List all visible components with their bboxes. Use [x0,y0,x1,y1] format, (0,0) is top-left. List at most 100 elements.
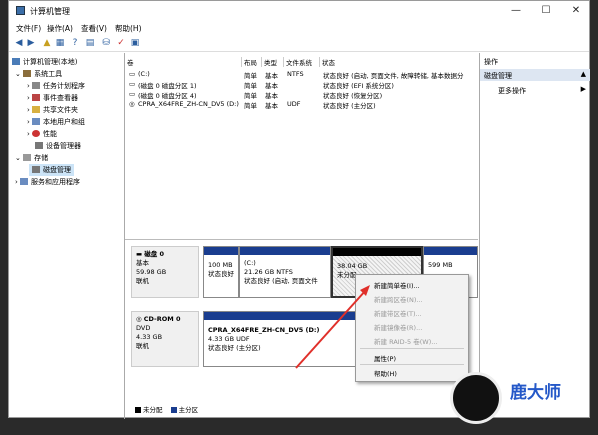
column-filesystem[interactable]: 文件系统 [284,57,320,67]
menu-help-item[interactable]: 帮助(H) [374,368,397,378]
watermark: 鹿大师 Ludashiwj.com [436,360,598,435]
cdrom-type: DVD [136,324,151,332]
chevron-up-icon: ▲ [580,70,586,78]
pane-splitter[interactable] [125,239,478,240]
cell-filesystem: UDF [287,100,301,108]
disk0-type: 基本 [136,259,149,267]
cell-type: 基本 [265,92,278,100]
actions-section[interactable]: 磁盘管理 ▲ [480,69,590,81]
deer-logo-icon [450,372,502,424]
computer-management-window: 计算机管理 — ☐ ✕ 文件(F) 操作(A) 查看(V) 帮助(H) ◀ ▶ … [8,0,590,419]
partition-size: 100 MB [208,261,233,269]
storage-icon [23,154,32,161]
minimize-button[interactable]: — [503,4,529,18]
close-button[interactable]: ✕ [563,4,589,18]
tree-local-users[interactable]: › 本地用户和组 [27,117,85,127]
toolbar: ◀ ▶ ▲ ▦ ? ▤ ⛁ ✓ ▣ [9,35,589,52]
menu-new-mirrored-volume[interactable]: 新建镜像卷(R)... [374,322,422,332]
title-bar: 计算机管理 — ☐ ✕ [9,1,589,21]
cdrom-name: ◎ CD-ROM 0 [136,315,181,323]
partition-status: 状态良好 [208,270,234,278]
partition-status: 状态良好 (启动, 页面文件 [244,277,318,285]
menu-file[interactable]: 文件(F) [16,23,41,34]
cell-volume: (磁盘 0 磁盘分区 4) [138,92,197,100]
column-layout[interactable]: 布局 [242,57,262,67]
partition-status: 状态良好 (主分区) [208,344,261,352]
cell-status: 状态良好 (启动, 页面文件, 故障转储, 基本数据分 [323,72,464,80]
forward-icon[interactable]: ▶ [26,38,36,48]
legend: 未分配 主分区 [133,404,198,414]
tree-performance[interactable]: › 性能 [27,129,57,139]
users-icon [32,118,41,125]
disk0-status: 联机 [136,277,149,285]
more-actions[interactable]: 更多操作 ▶ [480,84,590,96]
connect-icon[interactable]: ⛁ [101,38,111,48]
delete-icon[interactable]: ✓ [116,38,126,48]
tree-storage[interactable]: ⌄ 存储 [15,153,48,163]
partition-efi[interactable]: 100 MB 状态良好 [203,246,239,298]
navigation-tree: 计算机管理(本地) ⌄ 系统工具 › 任务计划程序 › 事件查看器 › 共享文件… [9,53,125,419]
cdrom-status: 联机 [136,342,149,350]
tree-device-manager[interactable]: 设备管理器 [35,141,81,151]
partition-c[interactable]: (C:) 21.26 GB NTFS 状态良好 (启动, 页面文件 [239,246,331,298]
column-type[interactable]: 类型 [262,57,284,67]
cell-type: 基本 [265,82,278,90]
cell-layout: 简单 [244,102,257,110]
maximize-button[interactable]: ☐ [533,4,559,18]
menu-new-simple-volume[interactable]: 新建简单卷(I)... [374,280,420,290]
tree-event-viewer[interactable]: › 事件查看器 [27,93,78,103]
menu-bar: 文件(F) 操作(A) 查看(V) 帮助(H) [9,21,589,34]
disk0-label[interactable]: ▬ 磁盘 0 基本 59.98 GB 联机 [131,246,199,298]
tree-shared-folders[interactable]: › 共享文件夹 [27,105,78,115]
cell-type: 基本 [265,72,278,80]
tree-root[interactable]: 计算机管理(本地) [12,57,77,67]
menu-divider [360,348,464,349]
device-icon [35,142,43,149]
partition-cd[interactable]: CPRA_X64FRE_ZH-CN_DV5 (D:) 4.33 GB UDF 状态良… [203,311,363,367]
cell-volume: (C:) [138,70,150,78]
help-icon[interactable]: ? [70,38,80,48]
cell-type: 基本 [265,102,278,110]
properties-icon[interactable]: ▤ [85,38,95,48]
tree-disk-management[interactable]: 磁盘管理 [29,164,74,176]
show-tree-icon[interactable]: ▦ [55,38,65,48]
column-status[interactable]: 状态 [320,57,478,67]
partition-size: 599 MB [428,261,453,269]
back-icon[interactable]: ◀ [14,38,24,48]
cell-volume: (磁盘 0 磁盘分区 1) [138,82,197,90]
cell-layout: 简单 [244,72,257,80]
settings-icon[interactable]: ▣ [130,38,140,48]
disk-icon [32,166,40,173]
cdrom-size: 4.33 GB [136,333,163,341]
event-icon [32,94,41,101]
cdrom-label[interactable]: ◎ CD-ROM 0 DVD 4.33 GB 联机 [131,311,199,367]
menu-properties[interactable]: 属性(P) [374,353,396,363]
legend-primary-swatch [170,407,177,413]
disk0-name: ▬ 磁盘 0 [136,250,165,258]
menu-action[interactable]: 操作(A) [47,23,73,34]
cell-layout: 简单 [244,82,257,90]
tree-task-scheduler[interactable]: › 任务计划程序 [27,81,85,91]
chevron-down-icon: ⌄ [15,154,24,162]
partition-size: 21.26 GB NTFS [244,268,293,276]
menu-help[interactable]: 帮助(H) [115,23,142,34]
cell-status: 状态良好 (恢复分区) [323,92,383,100]
column-volume[interactable]: 卷 [125,57,242,67]
cell-status: 状态良好 (EFI 系统分区) [323,82,394,90]
menu-new-raid5-volume[interactable]: 新建 RAID-5 卷(W)... [374,336,437,346]
actions-header: 操作 [484,58,498,66]
up-folder-icon[interactable]: ▲ [42,38,52,48]
menu-new-spanned-volume[interactable]: 新建跨区卷(N)... [374,294,423,304]
tree-services[interactable]: › 服务和应用程序 [15,177,80,187]
partition-size: 38.04 GB [337,262,368,270]
partition-size: 4.33 GB UDF [208,335,250,343]
disk-icon: ▬ [136,250,145,258]
drive-icon: ▭ [129,80,136,88]
tree-system-tools[interactable]: ⌄ 系统工具 [15,69,62,79]
services-icon [20,178,29,185]
cell-volume: CPRA_X64FRE_ZH-CN_DV5 (D:) [138,100,239,108]
menu-view[interactable]: 查看(V) [81,23,107,34]
chevron-down-icon: ⌄ [15,70,24,78]
menu-new-striped-volume[interactable]: 新建带区卷(T)... [374,308,422,318]
watermark-title: 鹿大师 [510,383,561,403]
